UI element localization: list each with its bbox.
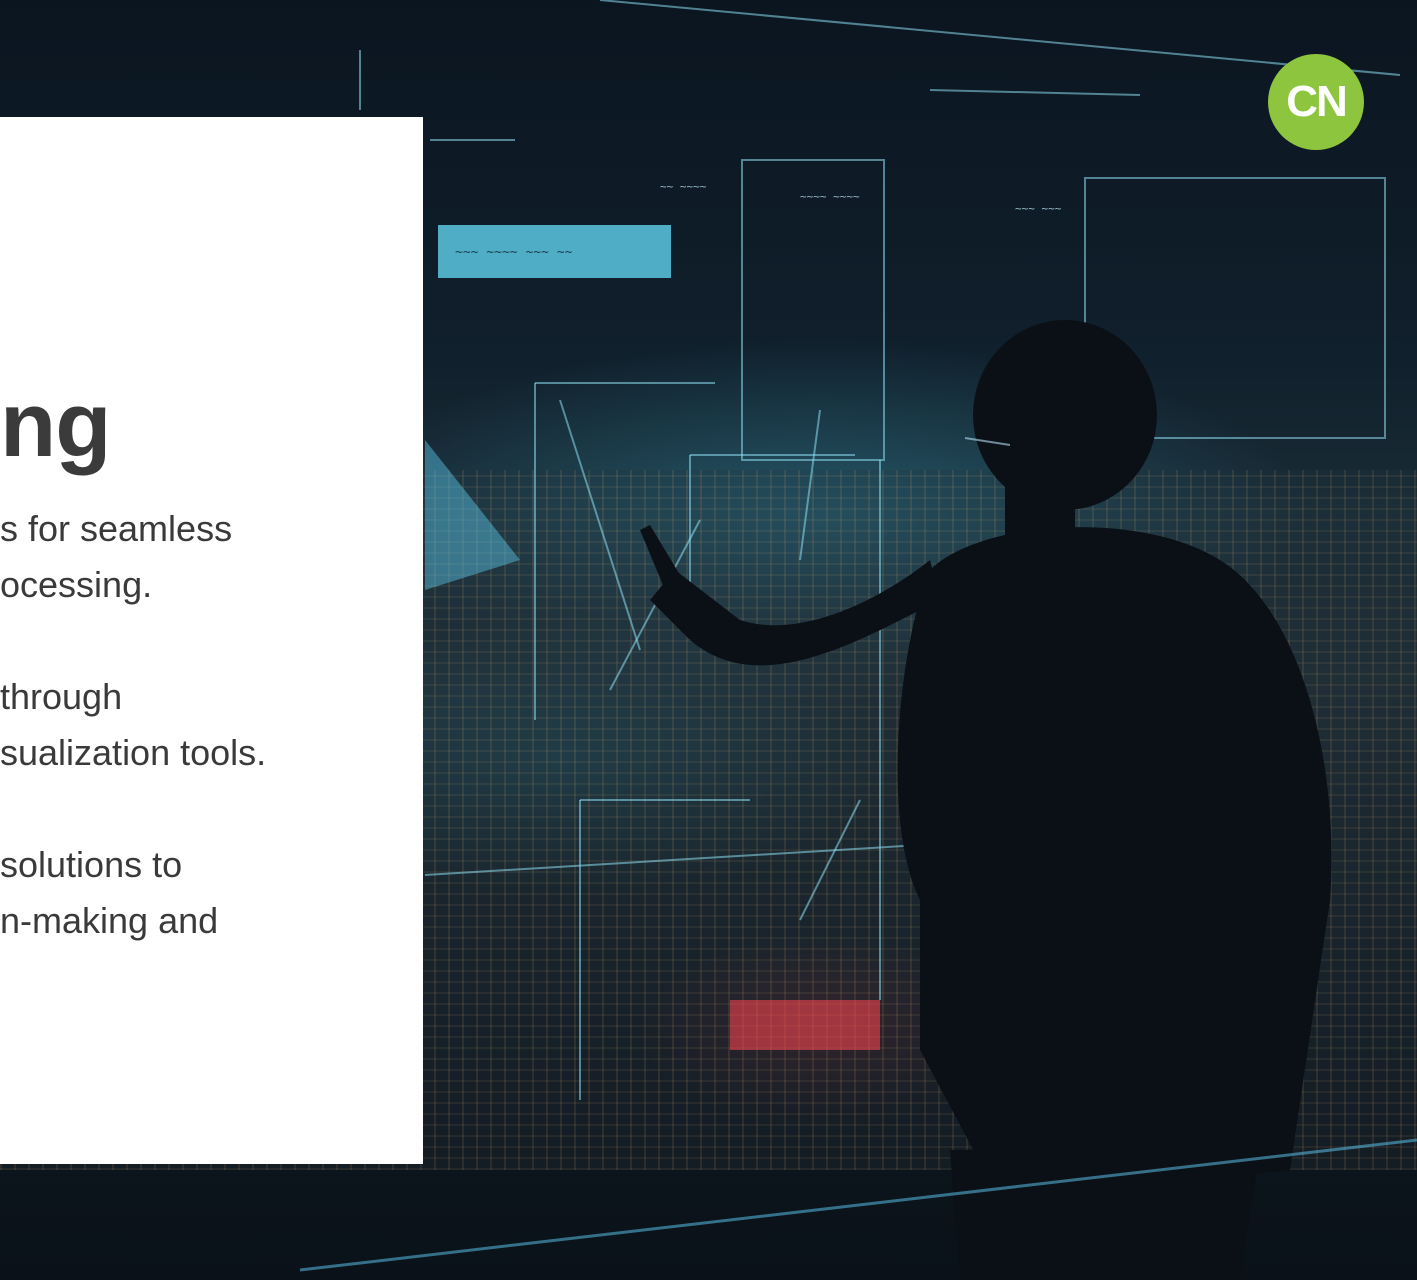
bullet-2-line-2: sualization tools. bbox=[0, 732, 267, 773]
brand-logo-text: CN bbox=[1286, 77, 1348, 126]
bullet-2-line-1: through bbox=[0, 676, 123, 717]
bullet-3-line-2: n-making and bbox=[0, 900, 219, 941]
svg-text:~~~ ~~~~ ~~~ ~~: ~~~ ~~~~ ~~~ ~~ bbox=[455, 245, 573, 260]
slide-canvas: ~~~ ~~~~ ~~~ ~~ ~~ ~~~~ ~~~~ ~~~~ ~~~ ~~… bbox=[0, 0, 1417, 1280]
svg-text:~~~ ~~~: ~~~ ~~~ bbox=[1015, 202, 1062, 215]
bullet-1-line-1: s for seamless bbox=[0, 508, 233, 549]
slide-heading: ng bbox=[0, 374, 111, 476]
content-panel: ng s for seamless ocessing. through sual… bbox=[0, 117, 423, 1164]
svg-text:~~~~ ~~~~: ~~~~ ~~~~ bbox=[800, 190, 860, 203]
bullet-1-line-2: ocessing. bbox=[0, 564, 153, 605]
brand-logo: CN bbox=[1268, 54, 1364, 150]
svg-text:~~ ~~~~: ~~ ~~~~ bbox=[660, 180, 707, 193]
bullet-3-line-1: solutions to bbox=[0, 844, 183, 885]
